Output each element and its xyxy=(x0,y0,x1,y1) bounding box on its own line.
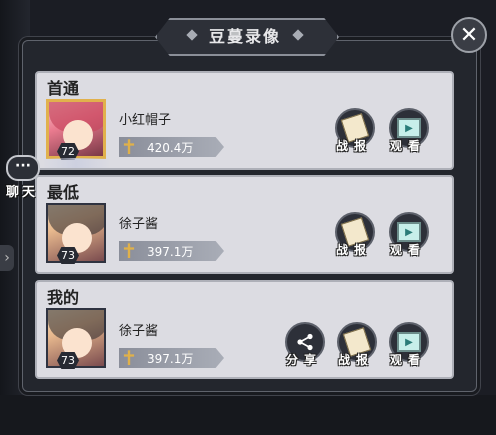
close-button[interactable]: ✕ xyxy=(451,17,487,53)
share-label: 分享 xyxy=(285,353,322,367)
watch-replay-icon: ▶ xyxy=(397,118,421,138)
power-sword-icon: ✝ xyxy=(120,135,138,159)
power-value: 397.1万 xyxy=(147,352,194,366)
panel-title: 豆蔓录像 xyxy=(208,27,281,46)
row-label: 最低 xyxy=(47,183,80,202)
power-value: 420.4万 xyxy=(147,141,194,155)
power-sword-icon: ✝ xyxy=(120,346,138,370)
chat-button[interactable]: ··· 聊天 xyxy=(0,155,44,207)
background-bottom xyxy=(0,395,496,435)
share-icon xyxy=(297,333,313,351)
battle-report-button[interactable]: 战报 xyxy=(332,212,376,260)
watch-replay-button[interactable]: ▶ 观看 xyxy=(386,212,430,260)
close-icon: ✕ xyxy=(459,22,479,48)
replay-row-mine: 我的 73 徐子酱 ✝ 397.1万 分享 战报 ▶ 观看 xyxy=(35,280,454,379)
battle-report-label: 战报 xyxy=(337,353,374,367)
watch-replay-label: 观看 xyxy=(389,353,426,367)
row-label: 首通 xyxy=(47,79,80,98)
avatar-wings-deco xyxy=(42,158,110,168)
replay-row-first-clear: 首通 72 小红帽子 ✝ 420.4万 战报 ▶ 观看 xyxy=(35,71,454,170)
power-sword-icon: ✝ xyxy=(120,239,138,263)
player-name: 徐子酱 xyxy=(119,324,159,339)
chat-label: 聊天 xyxy=(5,185,38,200)
watch-replay-button[interactable]: ▶ 观看 xyxy=(386,322,430,370)
level-badge: 73 xyxy=(57,352,79,369)
player-name: 徐子酱 xyxy=(119,217,159,232)
watch-replay-icon: ▶ xyxy=(397,332,421,352)
battle-report-button[interactable]: 战报 xyxy=(334,322,378,370)
row-label: 我的 xyxy=(47,288,80,307)
power-value: 397.1万 xyxy=(147,245,194,259)
watch-replay-label: 观看 xyxy=(389,243,426,257)
chat-bubble-icon: ··· xyxy=(6,155,40,181)
battle-report-label: 战报 xyxy=(335,243,372,257)
level-badge: 73 xyxy=(57,247,79,264)
battle-report-button[interactable]: 战报 xyxy=(332,108,376,156)
player-name: 小红帽子 xyxy=(119,113,172,128)
watch-replay-button[interactable]: ▶ 观看 xyxy=(386,108,430,156)
battle-report-label: 战报 xyxy=(335,139,372,153)
watch-replay-label: 观看 xyxy=(389,139,426,153)
watch-replay-icon: ▶ xyxy=(397,222,421,242)
replay-row-lowest: 最低 73 徐子酱 ✝ 397.1万 战报 ▶ 观看 xyxy=(35,175,454,274)
share-button[interactable]: 分享 xyxy=(282,322,326,370)
side-expand-arrow-icon[interactable]: › xyxy=(0,245,14,271)
